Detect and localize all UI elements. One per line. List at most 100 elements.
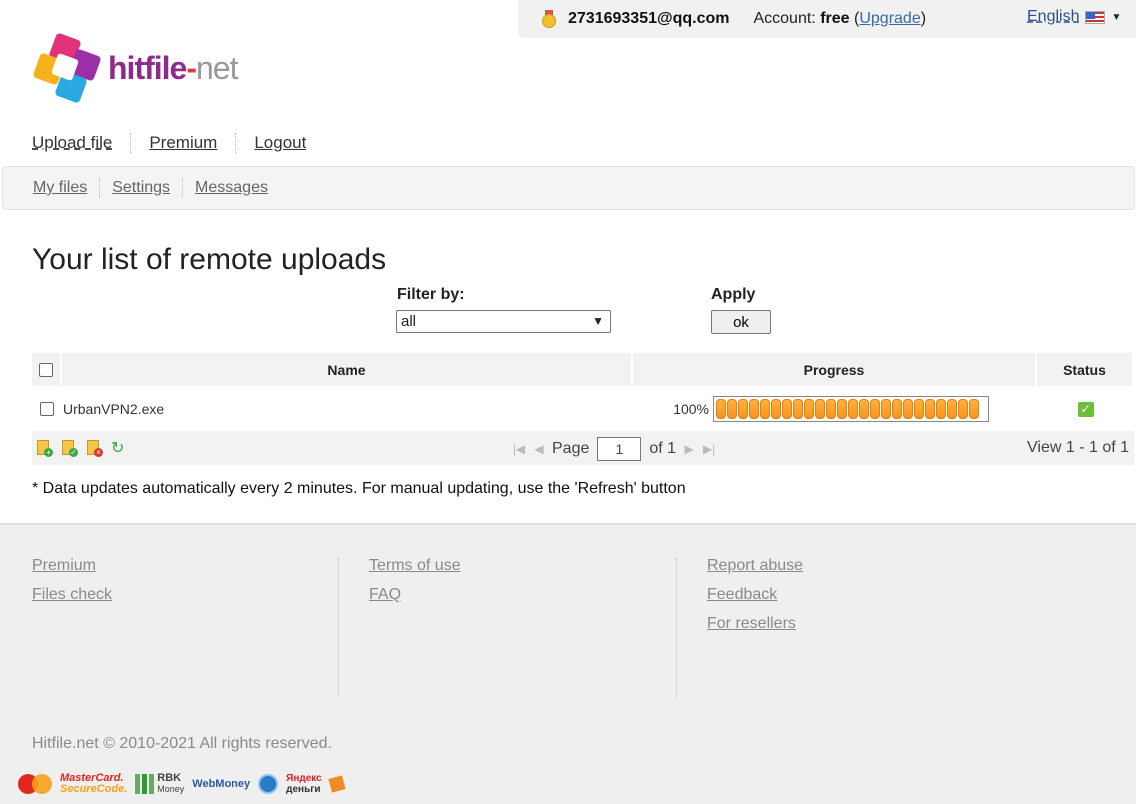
page-title: Your list of remote uploads: [32, 243, 387, 276]
filter-select[interactable]: all ▼: [396, 310, 611, 333]
progress-segment: [870, 399, 880, 419]
uploads-table: Name Progress Status UrbanVPN2.exe 100% …: [32, 353, 1134, 465]
footer-link-terms[interactable]: Terms of use: [369, 557, 461, 575]
copyright: Hitfile.net © 2010-2021 All rights reser…: [32, 735, 332, 752]
footer-link-files-check[interactable]: Files check: [32, 586, 112, 604]
footer-col-1: Premium Files check: [32, 557, 112, 697]
caret-down-icon[interactable]: ▼: [1111, 12, 1121, 23]
progress-segment: [969, 399, 979, 419]
footer-link-resellers[interactable]: For resellers: [707, 615, 803, 633]
footer-divider: [338, 558, 339, 698]
progress-segment: [837, 399, 847, 419]
footer-col-3: Report abuse Feedback For resellers: [707, 557, 803, 697]
row-checkbox-cell: [32, 402, 62, 416]
webmoney-logo: WebMoney: [192, 777, 251, 790]
yandex-money-logo: Яндекс деньги: [286, 773, 322, 795]
ok-button[interactable]: ok: [711, 310, 771, 334]
progress-segment: [771, 399, 781, 419]
refresh-icon[interactable]: ↻: [111, 440, 128, 457]
language-selector[interactable]: English ▼: [1027, 8, 1121, 26]
nav-settings[interactable]: Settings: [112, 179, 184, 197]
progress-cell: 100%: [633, 396, 1037, 422]
progress-segment: [848, 399, 858, 419]
add-file-icon[interactable]: +: [36, 439, 53, 457]
prev-page-icon[interactable]: ◀: [532, 442, 546, 456]
next-page-icon[interactable]: ▶: [682, 442, 696, 456]
language-label[interactable]: English: [1027, 8, 1079, 26]
footer-link-faq[interactable]: FAQ: [369, 586, 461, 604]
file-name: UrbanVPN2.exe: [63, 401, 165, 417]
upgrade-close-paren: ): [920, 10, 927, 27]
pagination: |◀ ◀ Page 1 of 1 ▶ ▶|: [512, 437, 716, 461]
upgrade-link[interactable]: Upgrade: [859, 10, 920, 27]
footer: Premium Files check Terms of use FAQ Rep…: [0, 523, 1136, 804]
nav-premium[interactable]: Premium: [149, 133, 237, 153]
nav-logout[interactable]: Logout: [254, 133, 324, 153]
delete-file-icon[interactable]: ×: [86, 439, 103, 457]
select-all-checkbox[interactable]: [39, 362, 53, 377]
site-logo[interactable]: hitfile-net: [30, 32, 250, 110]
table-row[interactable]: UrbanVPN2.exe 100% ✓: [32, 387, 1134, 431]
logo-text-dash: -: [186, 50, 197, 86]
yandex-line1: Яндекс: [286, 773, 322, 784]
progress-segment: [793, 399, 803, 419]
progress-segment: [903, 399, 913, 419]
filter-selected-value: all: [401, 313, 417, 330]
progress-segment: [749, 399, 759, 419]
progress-segment: [826, 399, 836, 419]
progress-percent: 100%: [673, 401, 709, 417]
page-of: of 1: [649, 440, 677, 457]
row-checkbox[interactable]: [40, 402, 54, 416]
user-email: 2731693351@qq.com: [568, 10, 730, 27]
header-name[interactable]: Name: [62, 353, 633, 386]
footer-link-feedback[interactable]: Feedback: [707, 586, 803, 604]
progress-segment: [815, 399, 825, 419]
progress-segment: [738, 399, 748, 419]
page-label: Page: [552, 440, 590, 457]
nav-upload-file[interactable]: Upload file: [32, 133, 132, 153]
progress-segment: [914, 399, 924, 419]
check-icon: ✓: [1077, 401, 1094, 417]
view-count: View 1 - 1 of 1: [1027, 439, 1129, 456]
filter-label: Filter by:: [397, 286, 465, 303]
progress-segment: [925, 399, 935, 419]
last-page-icon[interactable]: ▶|: [702, 442, 716, 456]
progress-segment: [859, 399, 869, 419]
nav-my-files[interactable]: My files: [33, 179, 101, 197]
progress-segment: [804, 399, 814, 419]
footer-col-2: Terms of use FAQ: [369, 557, 461, 697]
mc-secure-line2: SecureCode.: [60, 783, 128, 795]
first-page-icon[interactable]: |◀: [512, 442, 526, 456]
nav-messages[interactable]: Messages: [195, 179, 280, 197]
status-cell: ✓: [1037, 401, 1134, 417]
logo-text-hitfile: hitfile: [108, 50, 187, 86]
rbk-line1: RBK: [157, 772, 182, 784]
medal-icon: [542, 10, 556, 28]
footer-link-premium[interactable]: Premium: [32, 557, 112, 575]
account-type: free: [820, 10, 850, 27]
progress-segment: [958, 399, 968, 419]
primary-nav: Upload file Premium Logout: [32, 133, 342, 153]
payment-logos: MasterCard. SecureCode. RBK Money WebMoney…: [18, 773, 346, 795]
table-header: Name Progress Status: [32, 353, 1134, 387]
logo-mark-icon: [33, 33, 101, 103]
confirm-file-icon[interactable]: ✓: [61, 439, 78, 457]
progress-segment: [782, 399, 792, 419]
header-progress[interactable]: Progress: [633, 353, 1037, 386]
rbk-line2: Money: [157, 784, 185, 794]
toolbar: + ✓ × ↻: [36, 439, 128, 457]
progress-bar: [713, 396, 989, 422]
rbk-money-logo: RBK Money: [135, 773, 184, 795]
footer-link-report-abuse[interactable]: Report abuse: [707, 557, 803, 575]
progress-segment: [716, 399, 726, 419]
header-status[interactable]: Status: [1037, 353, 1134, 386]
apply-label: Apply: [711, 286, 756, 303]
secondary-nav: My files Settings Messages: [2, 166, 1135, 210]
account-info: Account: free (Upgrade): [753, 10, 926, 28]
yandex-line2: деньги: [286, 784, 321, 795]
us-flag-icon: [1085, 10, 1106, 24]
webmoney-globe-icon: [258, 774, 279, 794]
page-input[interactable]: 1: [597, 437, 642, 461]
user-bar: 2731693351@qq.com Account: free (Upgrade…: [518, 0, 1136, 38]
logo-text-net: net: [195, 50, 238, 86]
